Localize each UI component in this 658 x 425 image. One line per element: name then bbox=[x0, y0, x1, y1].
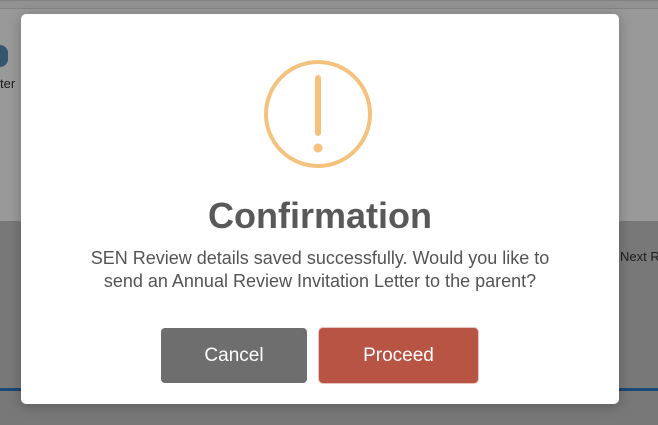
exclamation-circle-icon bbox=[264, 60, 372, 168]
proceed-button[interactable]: Proceed bbox=[319, 328, 478, 383]
page: ter Next R Confirmation SEN Review detai… bbox=[0, 0, 658, 425]
dialog-message-line-1: SEN Review details saved successfully. W… bbox=[90, 248, 550, 268]
dialog-message: SEN Review details saved successfully. W… bbox=[51, 247, 589, 293]
dialog-message-line-2: send an Annual Review Invitation Letter … bbox=[103, 271, 537, 291]
dialog-title: Confirmation bbox=[208, 195, 432, 236]
cancel-button[interactable]: Cancel bbox=[161, 328, 307, 383]
confirmation-dialog: Confirmation SEN Review details saved su… bbox=[21, 14, 619, 404]
